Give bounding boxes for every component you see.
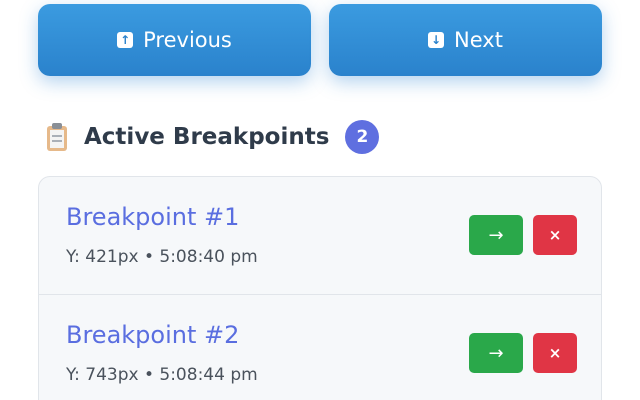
next-button-label: Next: [454, 28, 503, 52]
right-arrow-icon: →: [488, 224, 504, 246]
breakpoint-meta: Y: 421px • 5:08:40 pm: [66, 247, 258, 267]
previous-button[interactable]: ↑ Previous: [38, 4, 311, 76]
up-arrow-icon: ↑: [117, 32, 134, 48]
go-to-breakpoint-button[interactable]: →: [469, 215, 523, 255]
list-item: Breakpoint #2 Y: 743px • 5:08:44 pm → ×: [39, 295, 601, 400]
breakpoint-title[interactable]: Breakpoint #2: [66, 321, 239, 349]
close-icon: ×: [548, 226, 562, 244]
breakpoint-actions: → ×: [469, 215, 577, 255]
close-icon: ×: [548, 344, 562, 362]
breakpoint-title[interactable]: Breakpoint #1: [66, 203, 239, 231]
delete-breakpoint-button[interactable]: ×: [533, 215, 577, 255]
section-title: Active Breakpoints: [84, 124, 330, 150]
breakpoint-count-badge: 2: [345, 120, 380, 154]
navigation-row: ↑ Previous ↓ Next: [38, 4, 602, 78]
previous-button-label: Previous: [143, 28, 232, 52]
breakpoint-meta: Y: 743px • 5:08:44 pm: [66, 365, 258, 385]
down-arrow-icon: ↓: [428, 32, 445, 48]
list-item: Breakpoint #1 Y: 421px • 5:08:40 pm → ×: [39, 177, 601, 295]
breakpoint-actions: → ×: [469, 333, 577, 373]
right-arrow-icon: →: [488, 342, 504, 364]
clipboard-icon: [46, 123, 68, 151]
next-button[interactable]: ↓ Next: [329, 4, 602, 76]
section-header: Active Breakpoints 2: [46, 118, 380, 156]
go-to-breakpoint-button[interactable]: →: [469, 333, 523, 373]
delete-breakpoint-button[interactable]: ×: [533, 333, 577, 373]
breakpoint-list: Breakpoint #1 Y: 421px • 5:08:40 pm → × …: [38, 176, 602, 400]
breakpoints-panel: ↑ Previous ↓ Next Active Breakpoints 2 B…: [0, 0, 640, 400]
